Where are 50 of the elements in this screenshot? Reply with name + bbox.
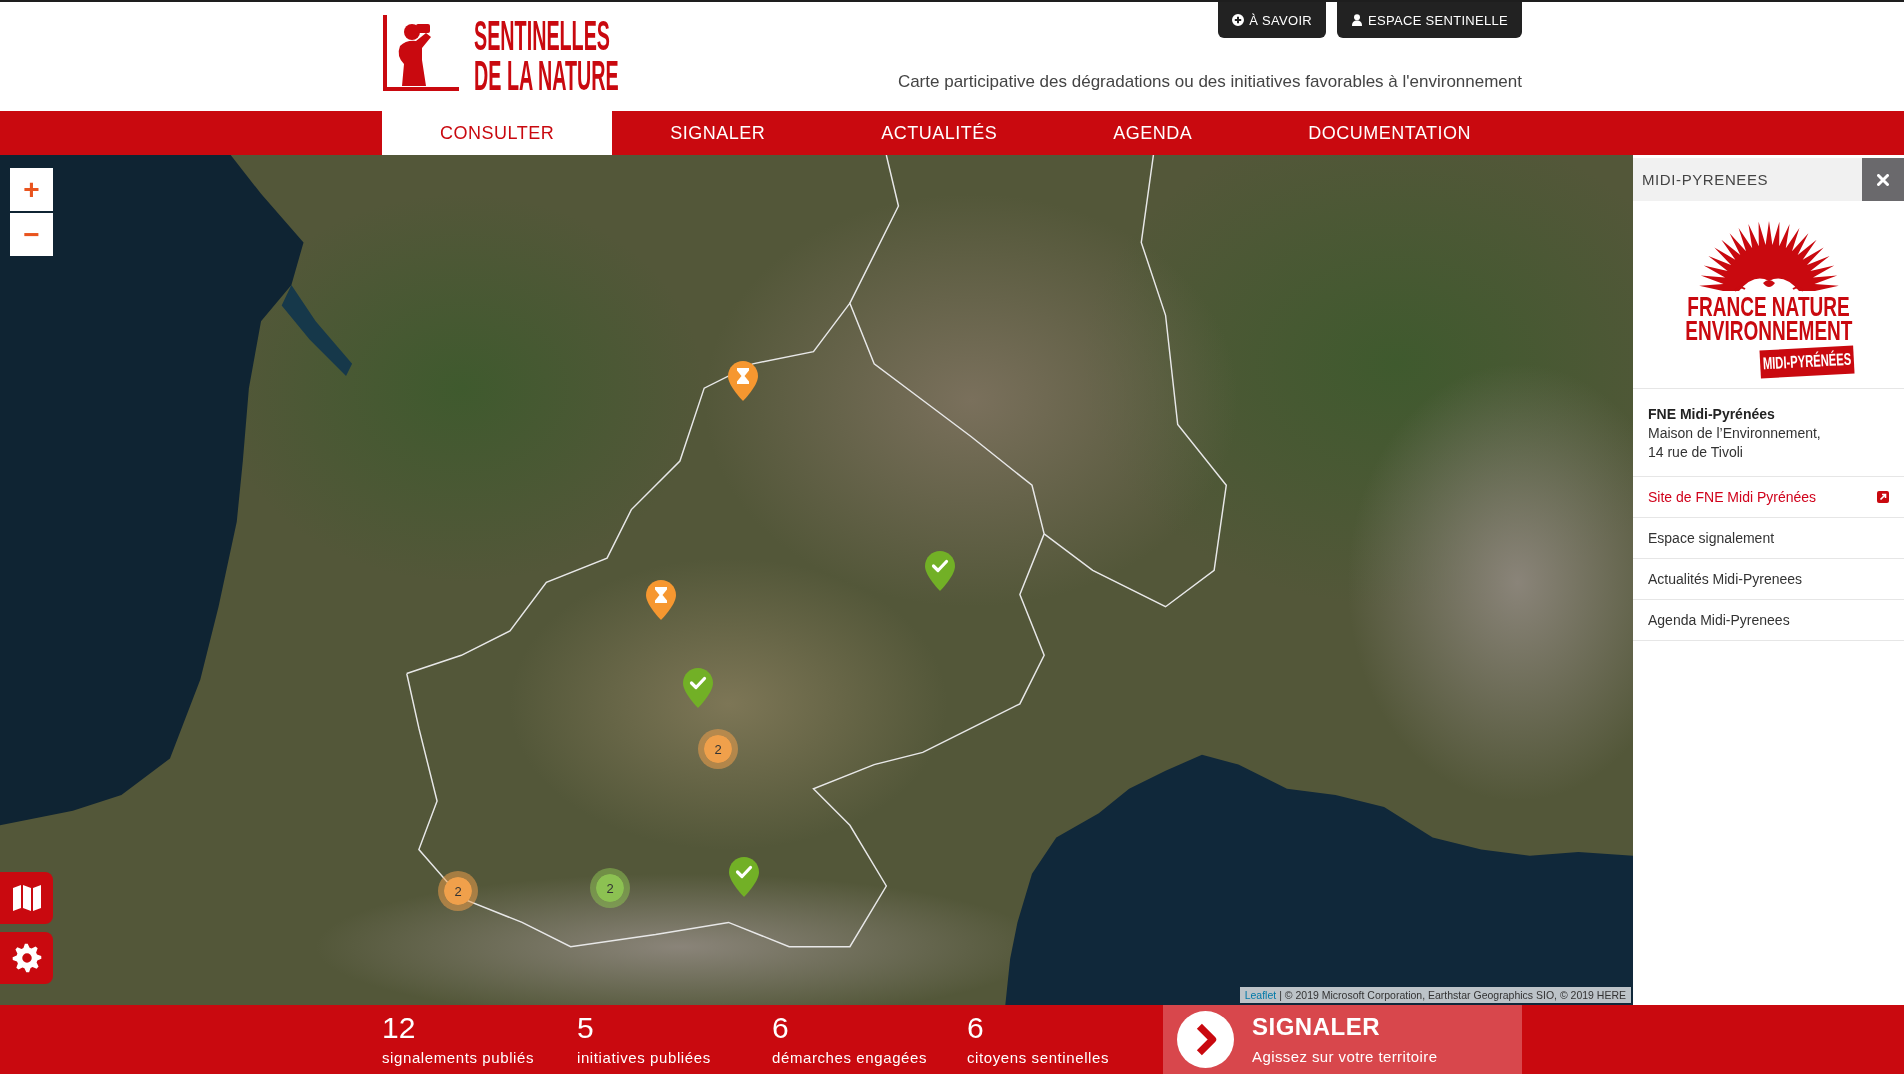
- address-line: Maison de l’Environnement,: [1648, 424, 1822, 443]
- logo-text: FRANCE NATURE: [1687, 295, 1850, 319]
- stat-label: initiatives publiées: [577, 1048, 711, 1068]
- nav-tab[interactable]: SIGNALER: [612, 111, 824, 155]
- logo-text: DE LA NATURE: [474, 56, 619, 96]
- cta-subtitle: Agissez sur votre territoire: [1252, 1046, 1438, 1067]
- nav-tab[interactable]: ACTUALITÉS: [823, 111, 1056, 155]
- panel-title: MIDI-PYRENEES: [1641, 171, 1769, 188]
- nav-tab[interactable]: DOCUMENTATION: [1250, 111, 1530, 155]
- user-icon: [1351, 14, 1364, 26]
- check-pin-icon[interactable]: [683, 668, 713, 708]
- panel-link[interactable]: Site de FNE Midi Pyrénées: [1633, 477, 1904, 518]
- close-button[interactable]: [1862, 158, 1904, 201]
- stat-label: signalements publiés: [382, 1048, 535, 1068]
- settings-button[interactable]: [0, 932, 53, 984]
- check-pin-icon[interactable]: [925, 551, 955, 591]
- hourglass-pin-icon[interactable]: [646, 580, 676, 620]
- map-view-button[interactable]: [0, 872, 53, 924]
- logo-text: SENTINELLES: [474, 16, 610, 56]
- panel-link[interactable]: Actualités Midi-Pyrenees: [1633, 559, 1904, 600]
- logo-banner: MIDI-PYRÉNÉES: [1759, 345, 1856, 379]
- address-line: 14 rue de Tivoli: [1648, 443, 1744, 462]
- external-link-icon: [1877, 491, 1889, 503]
- organization-name: FNE Midi-Pyrénées: [1648, 405, 1776, 424]
- stat-value: 6: [772, 1011, 789, 1045]
- binoculars-person-icon: [382, 12, 462, 92]
- cta-title: SIGNALER: [1252, 1012, 1380, 1041]
- stat-label: citoyens sentinelles: [967, 1048, 1110, 1068]
- account-button[interactable]: ESPACE SENTINELLE: [1337, 2, 1522, 38]
- nav-tab[interactable]: AGENDA: [1055, 111, 1251, 155]
- stat-label: démarches engagées: [772, 1048, 928, 1068]
- close-icon: [1877, 173, 1889, 186]
- panel-link[interactable]: Espace signalement: [1633, 518, 1904, 559]
- folded-map-icon: [11, 883, 42, 913]
- info-button[interactable]: À SAVOIR: [1218, 2, 1327, 38]
- attribution-text: | © 2019 Microsoft Corporation, Earthstar Geographics SIO, © 2019 HERE: [1279, 988, 1626, 1002]
- chevron-circle-icon: [1177, 1011, 1234, 1068]
- gear-icon: [11, 943, 42, 973]
- stat-value: 6: [967, 1011, 984, 1045]
- report-cta-button[interactable]: SIGNALER Agissez sur votre territoire: [1163, 1005, 1522, 1074]
- logo-text: ENVIRONNEMENT: [1684, 319, 1853, 343]
- zoom-in-button[interactable]: +: [10, 168, 53, 211]
- hourglass-pin-icon[interactable]: [728, 361, 758, 401]
- nav-tab[interactable]: CONSULTER: [382, 111, 613, 155]
- stat-value: 12: [382, 1011, 416, 1045]
- stat-value: 5: [577, 1011, 594, 1045]
- zoom-out-button[interactable]: −: [10, 213, 53, 256]
- check-pin-icon[interactable]: [729, 857, 759, 897]
- panel-link[interactable]: Agenda Midi-Pyrenees: [1633, 600, 1904, 641]
- site-tagline: Carte participative des dégradations ou des initiatives favorables à l'environnement: [897, 72, 1522, 92]
